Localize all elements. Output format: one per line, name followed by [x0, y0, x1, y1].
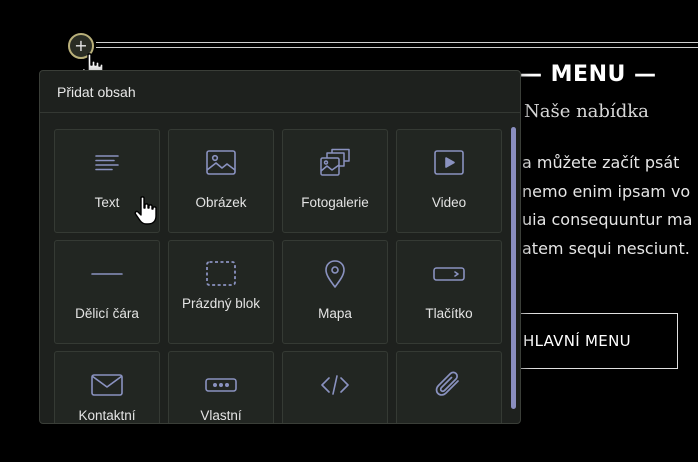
paragraph-line: uia consequuntur ma	[522, 210, 693, 229]
map-pin-icon	[318, 259, 352, 289]
dashed-block-icon	[204, 259, 238, 289]
tile-label: Video	[431, 195, 467, 210]
tile-code[interactable]	[282, 351, 388, 423]
tile-label: Prázdný blok	[181, 296, 261, 311]
tile-label: Obrázek	[195, 195, 247, 210]
tile-divider[interactable]: Dělicí čára	[54, 240, 160, 344]
tile-label: Vlastní	[200, 408, 242, 423]
paragraph-line: atem sequi nesciunt.	[522, 238, 690, 258]
panel-title: Přidat obsah	[40, 71, 520, 113]
tile-gallery[interactable]: Fotogalerie	[282, 129, 388, 233]
menu-subheading: Naše nabídka	[524, 101, 649, 122]
hand-cursor-icon	[134, 196, 157, 225]
button-shape-icon	[432, 259, 466, 289]
tile-image[interactable]: Obrázek	[168, 129, 274, 233]
divider-line-icon	[90, 259, 124, 289]
text-lines-icon	[90, 148, 124, 178]
image-icon	[204, 148, 238, 178]
tile-label: Kontaktní	[78, 408, 136, 423]
content-type-grid: Text Obrázek Fotogalerie Video Dělicí čá…	[54, 129, 504, 423]
paperclip-icon	[432, 370, 466, 400]
tile-label: Fotogalerie	[301, 195, 369, 210]
tile-label: Mapa	[318, 306, 352, 321]
paragraph-line: nemo enim ipsam vo	[522, 181, 691, 201]
add-content-panel: Přidat obsah Text Obrázek Fotogalerie Vi…	[39, 70, 521, 424]
scrollbar-thumb[interactable]	[511, 127, 516, 409]
insert-guide-line	[96, 42, 698, 48]
tile-button[interactable]: Tlačítko	[396, 240, 502, 344]
video-play-icon	[432, 148, 466, 178]
envelope-icon	[90, 370, 124, 400]
tile-label: Tlačítko	[425, 306, 473, 321]
tile-label: Dělicí čára	[75, 306, 139, 321]
tile-contact[interactable]: Kontaktní	[54, 351, 160, 423]
menu-paragraph: a můžete začít psát nemo enim ipsam vo u…	[522, 149, 698, 263]
tile-map[interactable]: Mapa	[282, 240, 388, 344]
paragraph-line: a můžete začít psát	[522, 153, 680, 172]
tile-empty-block[interactable]: Prázdný blok	[168, 240, 274, 344]
code-icon	[318, 370, 352, 400]
custom-dots-icon	[204, 370, 238, 400]
gallery-icon	[318, 148, 352, 178]
tile-custom[interactable]: Vlastní	[168, 351, 274, 423]
tile-attachment[interactable]	[396, 351, 502, 423]
menu-heading: — MENU —	[520, 62, 657, 87]
panel-scrollbar[interactable]	[511, 127, 516, 409]
tile-video[interactable]: Video	[396, 129, 502, 233]
main-menu-button[interactable]: HLAVNÍ MENU	[506, 313, 678, 369]
